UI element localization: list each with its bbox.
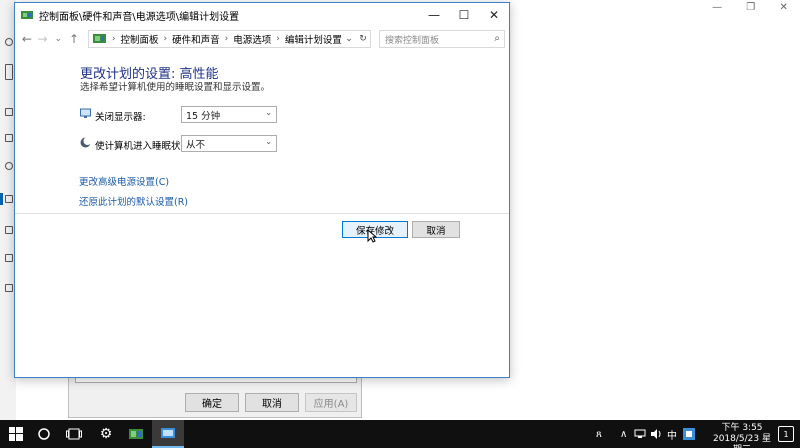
search-icon[interactable]: ⌕ bbox=[494, 33, 500, 44]
sidebar-selection-indicator bbox=[0, 193, 3, 205]
sidebar-nav-icon bbox=[5, 254, 13, 262]
sidebar-nav-icon bbox=[5, 284, 13, 292]
cortana-button[interactable] bbox=[28, 420, 60, 448]
sidebar-nav-icon bbox=[5, 162, 13, 170]
search-input[interactable]: 搜索控制面板 ⌕ bbox=[379, 30, 505, 48]
breadcrumb-separator[interactable]: › bbox=[164, 34, 168, 44]
breadcrumb-separator[interactable]: › bbox=[276, 34, 280, 44]
ime-label: 中 bbox=[667, 430, 677, 442]
action-center-button[interactable]: 1 bbox=[778, 426, 794, 442]
control-panel-icon bbox=[21, 11, 33, 19]
window-title: 控制面板\硬件和声音\电源选项\编辑计划设置 bbox=[39, 11, 240, 23]
windows-logo-icon bbox=[9, 427, 23, 441]
breadcrumb-separator[interactable]: › bbox=[112, 34, 116, 44]
close-button[interactable]: ✕ bbox=[479, 3, 509, 27]
minimize-button[interactable]: — bbox=[419, 3, 449, 27]
cortana-circle-icon bbox=[38, 428, 50, 440]
gear-icon bbox=[5, 38, 13, 46]
display-off-value: 15 分钟 bbox=[186, 110, 221, 122]
clock-date: 2018/5/23 星期三 bbox=[712, 434, 771, 448]
moon-icon bbox=[80, 137, 91, 148]
sleep-value: 从不 bbox=[186, 139, 206, 151]
chevron-down-icon: ⌄ bbox=[265, 108, 272, 117]
taskbar: ⚙ ጸ ∧ 中 下午 3:55 2018/5/23 星 1 bbox=[0, 420, 800, 448]
breadcrumb-power-options[interactable]: 电源选项 bbox=[233, 32, 271, 46]
speaker-icon bbox=[651, 429, 661, 439]
recent-locations-dropdown[interactable]: ⌄ bbox=[50, 34, 66, 44]
control-panel-icon bbox=[129, 429, 143, 439]
up-button[interactable]: ↑ bbox=[66, 32, 82, 46]
divider bbox=[15, 213, 509, 214]
task-view-button[interactable] bbox=[58, 420, 90, 448]
window-app-icon bbox=[161, 428, 175, 438]
display-off-label: 关闭显示器: bbox=[95, 112, 146, 123]
search-box-edge bbox=[5, 64, 13, 80]
mouse-cursor-icon bbox=[367, 229, 377, 243]
input-method-indicator[interactable]: 中 bbox=[667, 420, 677, 448]
task-view-icon bbox=[66, 428, 82, 440]
refresh-button[interactable]: ↻ bbox=[356, 34, 370, 44]
ok-button[interactable]: 确定 bbox=[185, 393, 239, 412]
tray-app-button[interactable] bbox=[683, 420, 695, 448]
network-icon bbox=[634, 429, 646, 438]
network-status[interactable] bbox=[634, 420, 646, 448]
people-button[interactable]: ጸ bbox=[596, 420, 602, 448]
navigation-bar: ← → ⌄ ↑ › 控制面板 › 硬件和声音 › 电源选项 › 编辑计划设置 ⌄… bbox=[15, 27, 509, 51]
chevron-up-icon: ∧ bbox=[620, 428, 628, 440]
background-maximize-button[interactable]: ❐ bbox=[746, 2, 755, 13]
show-hidden-icons-button[interactable]: ∧ bbox=[620, 420, 627, 448]
advanced-power-settings-link[interactable]: 更改高级电源设置(C) bbox=[79, 174, 169, 188]
background-minimize-button[interactable]: — bbox=[712, 2, 722, 13]
background-window-controls: — ❐ ✕ bbox=[700, 0, 800, 14]
breadcrumb-edit-plan[interactable]: 编辑计划设置 bbox=[285, 32, 342, 46]
settings-taskbar-button[interactable]: ⚙ bbox=[90, 420, 122, 448]
page-description: 选择希望计算机使用的睡眠设置和显示设置。 bbox=[80, 82, 271, 93]
people-icon: ጸ bbox=[596, 428, 602, 440]
breadcrumb-hardware-sound[interactable]: 硬件和声音 bbox=[172, 32, 220, 46]
cancel-button[interactable]: 取消 bbox=[412, 221, 460, 238]
search-placeholder: 搜索控制面板 bbox=[385, 35, 440, 46]
sidebar-nav-icon bbox=[5, 195, 13, 203]
address-bar[interactable]: › 控制面板 › 硬件和声音 › 电源选项 › 编辑计划设置 ⌄ ↻ bbox=[87, 30, 372, 48]
forward-button[interactable]: → bbox=[35, 32, 51, 46]
back-button[interactable]: ← bbox=[19, 32, 35, 46]
title-bar: 控制面板\硬件和声音\电源选项\编辑计划设置 — ☐ ✕ bbox=[15, 3, 509, 27]
maximize-button[interactable]: ☐ bbox=[449, 3, 479, 27]
control-panel-taskbar-button[interactable] bbox=[120, 420, 152, 448]
control-panel-icon bbox=[92, 34, 106, 43]
gear-icon: ⚙ bbox=[99, 426, 113, 442]
breadcrumb-separator[interactable]: › bbox=[225, 34, 229, 44]
apply-button: 应用(A) bbox=[305, 393, 357, 412]
sidebar-nav-icon bbox=[5, 108, 13, 116]
active-window-taskbar-button[interactable] bbox=[152, 420, 184, 448]
power-options-dialog: 确定 取消 应用(A) bbox=[68, 372, 362, 418]
cancel-button-background[interactable]: 取消 bbox=[245, 393, 299, 412]
volume-control[interactable] bbox=[650, 420, 662, 448]
sleep-select[interactable]: 从不 ⌄ bbox=[181, 135, 277, 152]
tray-app-icon bbox=[683, 428, 695, 440]
clock[interactable]: 下午 3:55 2018/5/23 星期三 bbox=[712, 423, 772, 448]
display-off-select[interactable]: 15 分钟 ⌄ bbox=[181, 106, 277, 123]
sidebar-nav-icon bbox=[5, 226, 13, 234]
edit-plan-settings-window: 控制面板\硬件和声音\电源选项\编辑计划设置 — ☐ ✕ ← → ⌄ ↑ › 控… bbox=[14, 2, 510, 378]
clock-time: 下午 3:55 bbox=[721, 423, 763, 433]
chevron-down-icon: ⌄ bbox=[265, 137, 272, 146]
address-dropdown-button[interactable]: ⌄ bbox=[342, 34, 356, 44]
breadcrumb-control-panel[interactable]: 控制面板 bbox=[120, 32, 158, 46]
monitor-icon bbox=[80, 108, 91, 118]
restore-defaults-link[interactable]: 还原此计划的默认设置(R) bbox=[79, 194, 188, 208]
sidebar-nav-icon bbox=[5, 134, 13, 142]
sleep-label: 使计算机进入睡眠状态: bbox=[95, 141, 194, 152]
notification-icon: 1 bbox=[783, 429, 789, 439]
background-close-button[interactable]: ✕ bbox=[779, 2, 787, 13]
